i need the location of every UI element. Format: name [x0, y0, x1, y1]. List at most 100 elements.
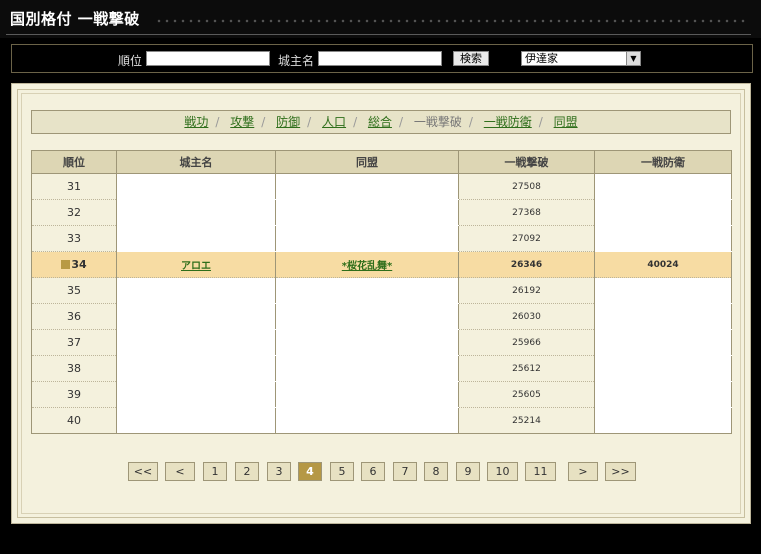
tab-overall[interactable]: 総合: [368, 115, 392, 129]
alliance-cell: [275, 355, 459, 382]
alliance-cell: [275, 173, 459, 200]
attack-cell: 25214: [458, 407, 595, 434]
tab-senkou[interactable]: 戦功: [184, 115, 208, 129]
table-row: 33 27092: [31, 225, 732, 252]
page-button-4-current[interactable]: 4: [298, 462, 322, 481]
col-attack-header[interactable]: 一戦撃破: [458, 150, 595, 174]
attack-cell: 25612: [458, 355, 595, 382]
rank-cell: 32: [31, 199, 117, 226]
defense-cell: 40024: [594, 251, 732, 278]
title-decoration: [155, 18, 745, 24]
attack-cell: 25605: [458, 381, 595, 408]
lord-cell: [116, 277, 276, 304]
rank-cell: 37: [31, 329, 117, 356]
search-bar: 順位 城主名 検索 伊達家 ▼: [11, 44, 753, 73]
ranking-panel: 戦功 / 攻撃 / 防御 / 人口 / 総合 / 一戦撃破 / 一戦防衛 / 同盟 順位 城主…: [11, 83, 751, 524]
page-button-1[interactable]: 1: [203, 462, 227, 481]
rank-cell: 33: [31, 225, 117, 252]
col-lord-header[interactable]: 城主名: [116, 150, 276, 174]
alliance-cell: [275, 303, 459, 330]
col-alliance-header[interactable]: 同盟: [275, 150, 459, 174]
page-button-3[interactable]: 3: [267, 462, 291, 481]
table-row: 31 27508: [31, 173, 732, 200]
attack-cell: 27508: [458, 173, 595, 200]
defense-cell: [594, 303, 732, 330]
prev-page-button[interactable]: <: [165, 462, 195, 481]
lord-cell: アロエ: [116, 251, 276, 278]
defense-cell: [594, 381, 732, 408]
table-row: 37 25966: [31, 329, 732, 356]
search-button[interactable]: 検索: [453, 51, 489, 66]
alliance-cell: [275, 407, 459, 434]
rank-cell: 38: [31, 355, 117, 382]
rank-marker-icon: [61, 260, 71, 269]
table-row-highlighted: 34 アロエ *桜花乱舞* 26346 40024: [31, 251, 732, 278]
table-row: 35 26192: [31, 277, 732, 304]
alliance-link[interactable]: *桜花乱舞*: [342, 261, 392, 272]
lord-link[interactable]: アロエ: [181, 261, 211, 272]
tab-single-battle-defense[interactable]: 一戦防衛: [484, 115, 532, 129]
chevron-down-icon[interactable]: ▼: [626, 52, 640, 65]
alliance-cell: [275, 329, 459, 356]
lord-name-input[interactable]: [318, 51, 442, 66]
lord-name-label: 城主名: [278, 54, 315, 68]
tab-defense[interactable]: 防御: [276, 115, 300, 129]
last-page-button[interactable]: >>: [605, 462, 636, 481]
page-button-2[interactable]: 2: [235, 462, 259, 481]
country-select[interactable]: 伊達家 ▼: [521, 51, 641, 66]
title-divider: [6, 34, 751, 35]
lord-cell: [116, 303, 276, 330]
alliance-cell: [275, 225, 459, 252]
page-button-8[interactable]: 8: [424, 462, 448, 481]
rank-label: 順位: [118, 54, 143, 68]
defense-cell: [594, 355, 732, 382]
attack-cell: 27368: [458, 199, 595, 226]
rank-cell: 31: [31, 173, 117, 200]
table-header-row: 順位 城主名 同盟 一戦撃破 一戦防衛: [31, 150, 732, 174]
pagination: << < 1 2 3 4 5 6 7 8 9 10 11 > >>: [128, 462, 648, 482]
alliance-cell: [275, 199, 459, 226]
page-button-11[interactable]: 11: [525, 462, 556, 481]
tab-single-battle-attack: 一戦撃破: [413, 115, 462, 129]
lord-cell: [116, 355, 276, 382]
attack-cell: 26030: [458, 303, 595, 330]
tab-attack[interactable]: 攻撃: [230, 115, 254, 129]
title-bar: 国別格付 一戦撃破: [0, 0, 761, 38]
page-button-9[interactable]: 9: [456, 462, 480, 481]
tab-alliance[interactable]: 同盟: [554, 115, 578, 129]
defense-cell: [594, 199, 732, 226]
ranking-tabs: 戦功 / 攻撃 / 防御 / 人口 / 総合 / 一戦撃破 / 一戦防衛 / 同盟: [31, 110, 731, 134]
next-page-button[interactable]: >: [568, 462, 598, 481]
table-row: 39 25605: [31, 381, 732, 408]
rank-cell: 40: [31, 407, 117, 434]
first-page-button[interactable]: <<: [128, 462, 158, 481]
country-select-value: 伊達家: [525, 52, 558, 65]
col-rank-header[interactable]: 順位: [31, 150, 117, 174]
rank-cell: 34: [31, 251, 117, 278]
lord-cell: [116, 173, 276, 200]
lord-cell: [116, 199, 276, 226]
rank-input[interactable]: [146, 51, 270, 66]
defense-cell: [594, 225, 732, 252]
tab-population[interactable]: 人口: [322, 115, 346, 129]
page-title: 国別格付 一戦撃破: [10, 10, 140, 28]
table-row: 38 25612: [31, 355, 732, 382]
page-button-7[interactable]: 7: [393, 462, 417, 481]
table-row: 40 25214: [31, 407, 732, 434]
lord-cell: [116, 225, 276, 252]
alliance-cell: *桜花乱舞*: [275, 251, 459, 278]
col-defense-header[interactable]: 一戦防衛: [594, 150, 732, 174]
lord-cell: [116, 407, 276, 434]
attack-cell: 25966: [458, 329, 595, 356]
page-button-6[interactable]: 6: [361, 462, 385, 481]
table-row: 32 27368: [31, 199, 732, 226]
defense-cell: [594, 277, 732, 304]
table-row: 36 26030: [31, 303, 732, 330]
page-button-5[interactable]: 5: [330, 462, 354, 481]
attack-cell: 26346: [458, 251, 595, 278]
alliance-cell: [275, 277, 459, 304]
rank-cell: 35: [31, 277, 117, 304]
lord-cell: [116, 329, 276, 356]
attack-cell: 27092: [458, 225, 595, 252]
page-button-10[interactable]: 10: [487, 462, 518, 481]
